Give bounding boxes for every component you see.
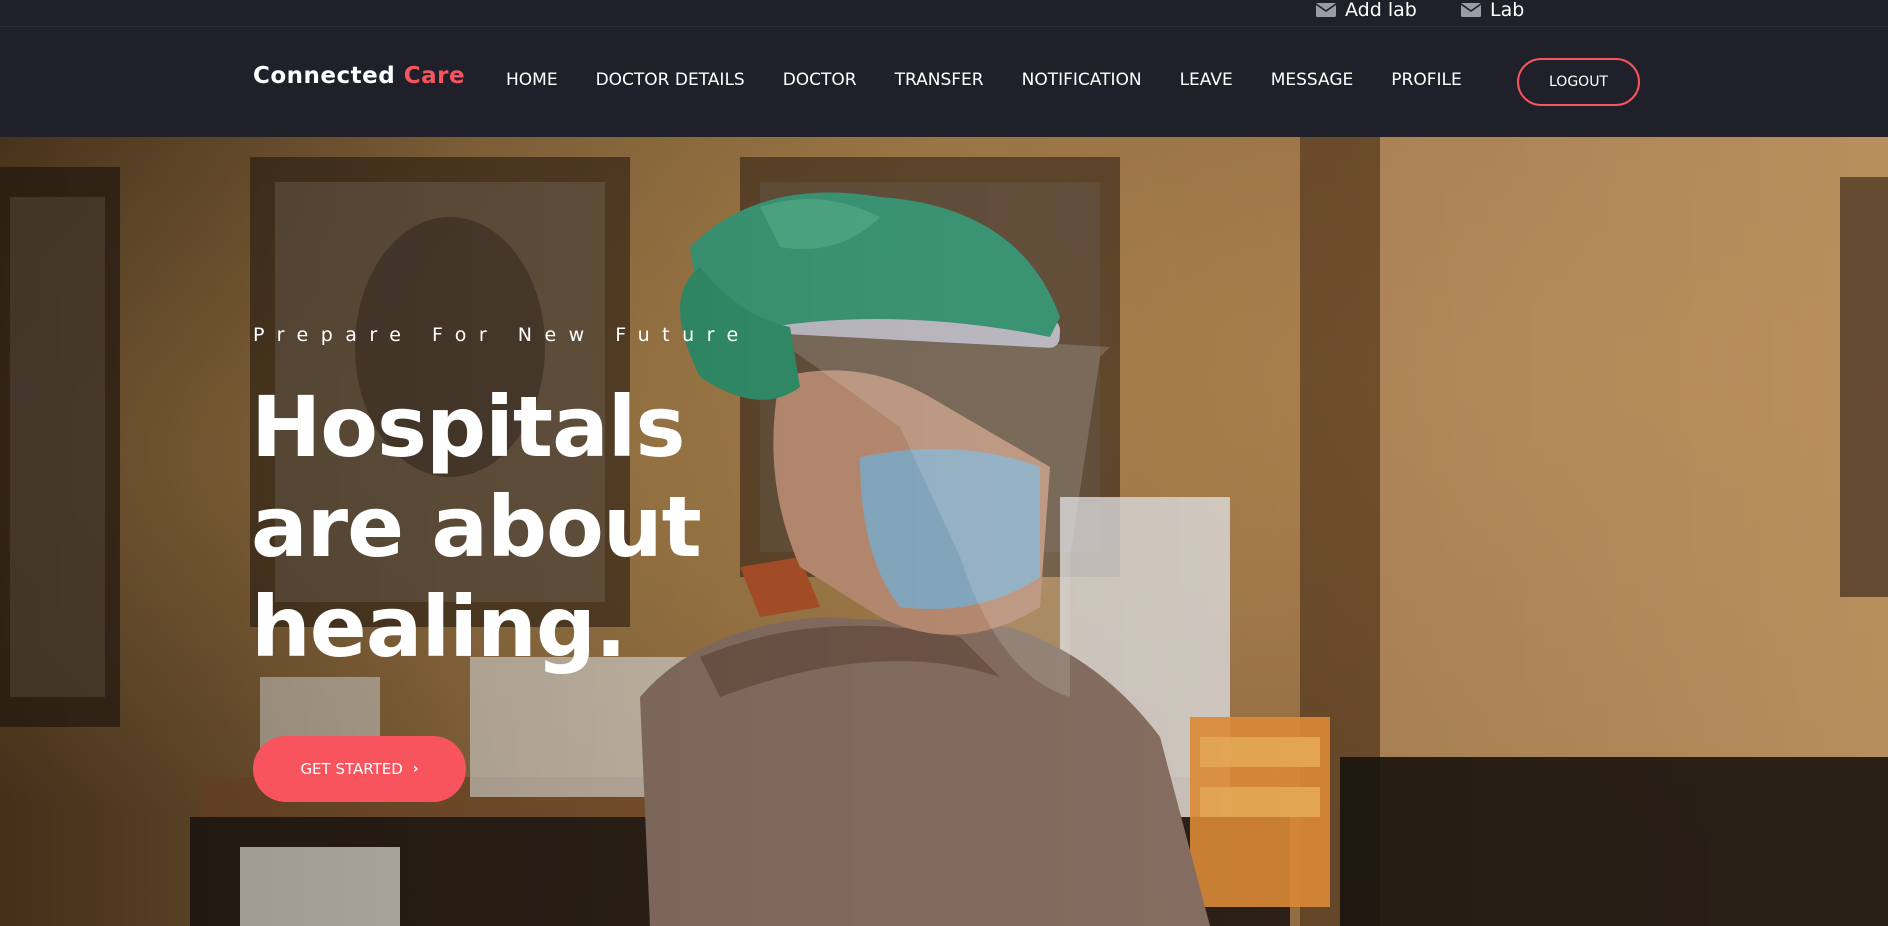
hero-title-line: healing. [251,578,627,676]
lab-link[interactable]: Lab [1461,0,1525,21]
lab-label: Lab [1490,0,1525,21]
hero-subtitle: Prepare For New Future [253,324,751,346]
nav-item-message[interactable]: MESSAGE [1252,70,1373,90]
nav-item-home[interactable]: HOME [487,70,577,90]
add-lab-label: Add lab [1345,0,1417,21]
brand-main-text: Connected [253,63,396,89]
envelope-icon [1461,3,1481,17]
hero-title-line: are about [251,478,702,576]
nav-item-profile[interactable]: PROFILE [1372,70,1480,90]
chevron-right-icon: › [412,761,419,777]
logout-button[interactable]: LOGOUT [1517,58,1640,106]
nav-item-doctor-details[interactable]: DOCTOR DETAILS [577,70,764,90]
add-lab-link[interactable]: Add lab [1316,0,1417,21]
brand-accent-text: Care [403,63,466,89]
hero-title-line: Hospitals [251,378,686,476]
get-started-label: GET STARTED [300,760,403,778]
top-bar: Add lab Lab [0,0,1888,27]
hero-section: Prepare For New Future Hospitals are abo… [0,137,1888,926]
main-navbar: Connected Care HOME DOCTOR DETAILS DOCTO… [0,27,1888,137]
nav-item-doctor[interactable]: DOCTOR [764,70,876,90]
envelope-icon [1316,3,1336,17]
nav-item-leave[interactable]: LEAVE [1161,70,1252,90]
get-started-button[interactable]: GET STARTED › [253,736,466,802]
nav-item-transfer[interactable]: TRANSFER [876,70,1003,90]
nav-menu: HOME DOCTOR DETAILS DOCTOR TRANSFER NOTI… [487,70,1481,90]
nav-item-notification[interactable]: NOTIFICATION [1003,70,1161,90]
hero-title: Hospitals are about healing. [251,377,771,677]
brand-logo[interactable]: Connected Care [253,63,465,89]
